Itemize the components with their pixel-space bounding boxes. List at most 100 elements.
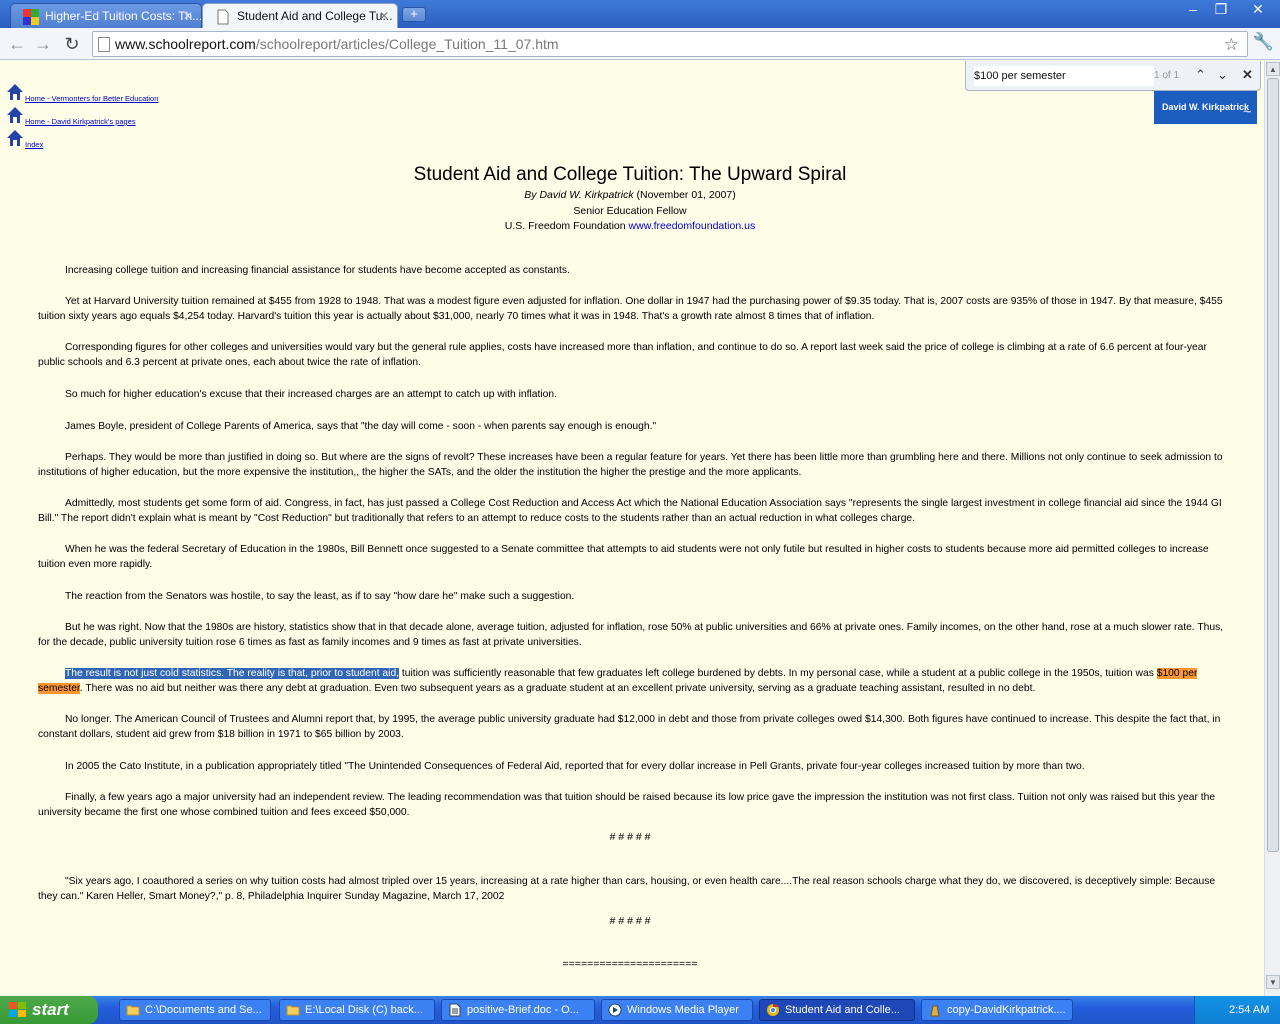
paragraph: So much for higher education's excuse th…: [38, 387, 1224, 402]
paragraph-text: James Boyle, president of College Parent…: [65, 421, 657, 432]
close-icon[interactable]: ✕: [379, 9, 389, 23]
byline-date: (November 01, 2007): [636, 189, 736, 201]
home-icon: [7, 130, 23, 146]
close-icon[interactable]: ✕: [183, 9, 193, 23]
scroll-thumb[interactable]: [1267, 78, 1279, 852]
text-selection: The result is not just cold statistics. …: [65, 668, 400, 679]
quote-paragraph: "Six years ago, I coauthored a series on…: [38, 874, 1224, 904]
vertical-scrollbar[interactable]: ▲ ▼: [1264, 61, 1280, 996]
forward-arrow-icon[interactable]: →: [32, 33, 54, 55]
close-window-icon[interactable]: ✕: [1236, 0, 1280, 18]
site-favicon-icon: [23, 9, 39, 25]
nav-link-text[interactable]: Index: [25, 140, 43, 149]
author-position: Senior Education Fellow: [573, 205, 687, 217]
paragraph-text: When he was the federal Secretary of Edu…: [38, 544, 1209, 570]
address-bar[interactable]: www.schoolreport.com/schoolreport/articl…: [92, 31, 1248, 57]
folder-icon: [286, 1005, 300, 1016]
nav-link-text[interactable]: Home - David Kirkpatrick's pages: [25, 117, 136, 126]
horizontal-rule-text: ======================: [562, 958, 698, 970]
start-button[interactable]: start: [0, 996, 98, 1024]
task-label: E:\Local Disk (C) back...: [305, 1004, 423, 1016]
tab-label: Higher-Ed Tuition Costs: Th...: [45, 9, 202, 23]
paragraph: Admittedly, most students get some form …: [38, 496, 1224, 526]
signature-icon: ~: [1242, 103, 1251, 119]
tab-student-aid[interactable]: Student Aid and College Tu... ✕: [202, 3, 398, 28]
wrench-menu-icon[interactable]: 🔧: [1253, 32, 1274, 52]
paragraph: Yet at Harvard University tuition remain…: [38, 294, 1224, 324]
paragraph-text: Finally, a few years ago a major univers…: [38, 792, 1216, 818]
tab-label: Student Aid and College Tu...: [237, 9, 393, 23]
find-bar: $100 per semester 1 of 1 ⌃ ⌄ ✕: [965, 61, 1261, 91]
scroll-down-icon[interactable]: ▼: [1266, 975, 1280, 989]
paragraph-text: The reaction from the Senators was hosti…: [65, 591, 575, 602]
url-path: /schoolreport/articles/College_Tuition_1…: [255, 36, 559, 52]
taskbar-item-local-disk[interactable]: E:\Local Disk (C) back...: [279, 999, 435, 1021]
browser-tab-strip: Higher-Ed Tuition Costs: Th... ✕ Student…: [0, 0, 1280, 28]
clock[interactable]: 2:54 AM: [1229, 1004, 1269, 1016]
paragraph-text: "Six years ago, I coauthored a series on…: [38, 876, 1216, 902]
back-arrow-icon[interactable]: ←: [6, 33, 28, 55]
tab-higher-ed-tuition[interactable]: Higher-Ed Tuition Costs: Th... ✕: [10, 3, 202, 28]
logo-text: David W. Kirkpatrick: [1162, 102, 1250, 112]
task-label: Windows Media Player: [627, 1004, 739, 1016]
task-label: Student Aid and Colle...: [785, 1004, 900, 1016]
taskbar-item-chrome[interactable]: Student Aid and Colle...: [759, 999, 915, 1021]
paragraph-text: Corresponding figures for other colleges…: [38, 342, 1207, 368]
paragraph-text: So much for higher education's excuse th…: [65, 389, 557, 400]
paragraph-highlighted: The result is not just cold statistics. …: [38, 666, 1224, 696]
byline-author: By David W. Kirkpatrick: [524, 189, 634, 201]
page-icon: [98, 37, 110, 52]
chrome-icon: [767, 1004, 779, 1016]
taskbar-item-media-player[interactable]: Windows Media Player: [601, 999, 753, 1021]
window-controls: – ❐ ✕: [1178, 0, 1280, 22]
org-link[interactable]: www.freedomfoundation.us: [629, 220, 756, 232]
nav-link-text[interactable]: Home - Vermonters for Better Education: [25, 94, 158, 103]
find-next-icon[interactable]: ⌄: [1217, 67, 1228, 83]
paragraph-text: Perhaps. They would be more than justifi…: [38, 452, 1223, 478]
taskbar-item-documents[interactable]: C:\Documents and Se...: [119, 999, 271, 1021]
paragraph-text: Yet at Harvard University tuition remain…: [38, 296, 1223, 322]
author-org: U.S. Freedom Foundation www.freedomfound…: [0, 220, 1260, 232]
task-label: positive-Brief.doc - O...: [467, 1004, 579, 1016]
task-label: copy-DavidKirkpatrick....: [947, 1004, 1066, 1016]
paragraph-text: No longer. The American Council of Trust…: [38, 714, 1221, 740]
reload-icon[interactable]: ↻: [61, 33, 83, 55]
scroll-up-icon[interactable]: ▲: [1266, 62, 1280, 76]
paragraph: Perhaps. They would be more than justifi…: [38, 450, 1224, 480]
taskbar-item-word-doc[interactable]: positive-Brief.doc - O...: [441, 999, 595, 1021]
paragraph: In 2005 the Cato Institute, in a publica…: [38, 759, 1224, 774]
media-player-icon: [608, 1003, 622, 1017]
paragraph: But he was right. Now that the 1980s are…: [38, 620, 1224, 650]
windows-logo-icon: [9, 1002, 26, 1017]
paint-icon: [930, 1005, 940, 1017]
find-previous-icon[interactable]: ⌃: [1195, 67, 1206, 83]
find-close-icon[interactable]: ✕: [1242, 67, 1253, 83]
paragraph-text: But he was right. Now that the 1980s are…: [38, 622, 1224, 648]
folder-icon: [126, 1005, 140, 1016]
find-count: 1 of 1: [1154, 70, 1180, 81]
paragraph: When he was the federal Secretary of Edu…: [38, 542, 1224, 572]
find-input[interactable]: $100 per semester: [974, 66, 1154, 86]
home-icon: [7, 84, 23, 100]
paragraph-text: . There was no aid but neither was there…: [79, 683, 1036, 694]
byline: By David W. Kirkpatrick (November 01, 20…: [0, 189, 1260, 201]
paragraph-text: tuition was sufficiently reasonable that…: [399, 668, 1157, 679]
paragraph-text: In 2005 the Cato Institute, in a publica…: [65, 761, 1085, 772]
document-icon: [449, 1003, 461, 1017]
url-host: www.schoolreport.com: [115, 36, 256, 52]
new-tab-button[interactable]: +: [402, 7, 426, 22]
paragraph: Increasing college tuition and increasin…: [38, 263, 1224, 278]
paragraph-text: Increasing college tuition and increasin…: [65, 265, 570, 276]
paragraph: Finally, a few years ago a major univers…: [38, 790, 1224, 820]
separator: # # # # #: [609, 831, 651, 843]
page-title: Student Aid and College Tuition: The Upw…: [413, 164, 847, 185]
org-name: U.S. Freedom Foundation: [504, 220, 626, 232]
paragraph: The reaction from the Senators was hosti…: [38, 589, 1224, 604]
bookmark-star-icon[interactable]: ☆: [1224, 35, 1239, 55]
author-logo[interactable]: David W. Kirkpatrick ~: [1154, 91, 1257, 124]
taskbar-item-image[interactable]: copy-DavidKirkpatrick....: [921, 999, 1073, 1021]
minimize-icon[interactable]: –: [1180, 0, 1206, 18]
page-icon: [217, 9, 229, 25]
paragraph-text: Admittedly, most students get some form …: [38, 498, 1222, 524]
maximize-icon[interactable]: ❐: [1208, 0, 1234, 18]
